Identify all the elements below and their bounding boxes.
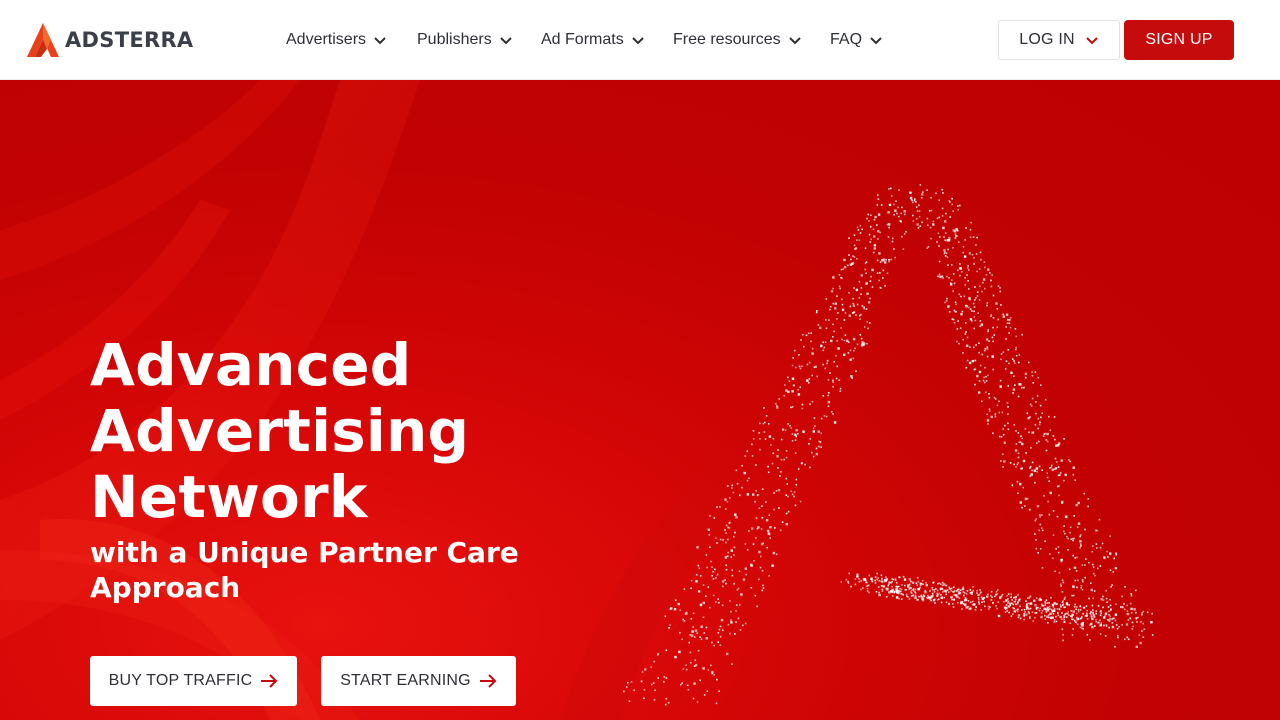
start-earning-button[interactable]: START EARNING [321, 656, 516, 706]
headline-line: Advertising [90, 397, 470, 465]
headline-line: Advanced [90, 331, 412, 399]
nav-item-label: FAQ [830, 31, 863, 48]
login-button[interactable]: LOG IN [998, 20, 1120, 60]
signup-label: SIGN UP [1145, 31, 1213, 48]
hero-section: Advanced Advertising Network with a Uniq… [0, 80, 1280, 720]
nav-item-publishers[interactable]: Publishers [417, 31, 513, 49]
cta-label: START EARNING [340, 672, 471, 689]
signup-button[interactable]: SIGN UP [1124, 20, 1234, 60]
login-label: LOG IN [1019, 31, 1075, 48]
brand-logo[interactable]: ADSTERRA [27, 23, 193, 57]
subheadline-line: Approach [90, 571, 241, 604]
headline-line: Network [90, 463, 368, 531]
hero-headline: Advanced Advertising Network [90, 332, 650, 530]
cta-label: BUY TOP TRAFFIC [108, 672, 253, 689]
chevron-down-icon [870, 37, 882, 45]
nav-item-free-resources[interactable]: Free resources [673, 31, 802, 49]
nav-item-faq[interactable]: FAQ [830, 31, 883, 49]
arrow-right-icon [479, 674, 497, 688]
hero-subheadline: with a Unique Partner Care Approach [90, 535, 610, 605]
chevron-down-icon [788, 37, 801, 45]
subheadline-line: with a Unique Partner Care [90, 536, 519, 569]
nav-item-label: Free resources [673, 31, 781, 48]
site-header: ADSTERRA Advertisers Publishers Ad Forma… [0, 0, 1280, 80]
nav-item-label: Ad Formats [541, 31, 624, 48]
nav-item-label: Advertisers [286, 31, 367, 48]
brand-name: ADSTERRA [65, 28, 194, 52]
adsterra-logo-icon [27, 23, 59, 57]
arrow-right-icon [261, 674, 278, 688]
buy-top-traffic-button[interactable]: BUY TOP TRAFFIC [90, 656, 297, 706]
chevron-down-icon [374, 37, 386, 45]
nav-item-label: Publishers [417, 31, 492, 48]
chevron-down-icon [499, 37, 512, 45]
chevron-down-icon [1086, 37, 1098, 45]
nav-item-ad-formats[interactable]: Ad Formats [541, 31, 645, 49]
chevron-down-icon [631, 37, 644, 45]
nav-item-advertisers[interactable]: Advertisers [286, 31, 387, 49]
